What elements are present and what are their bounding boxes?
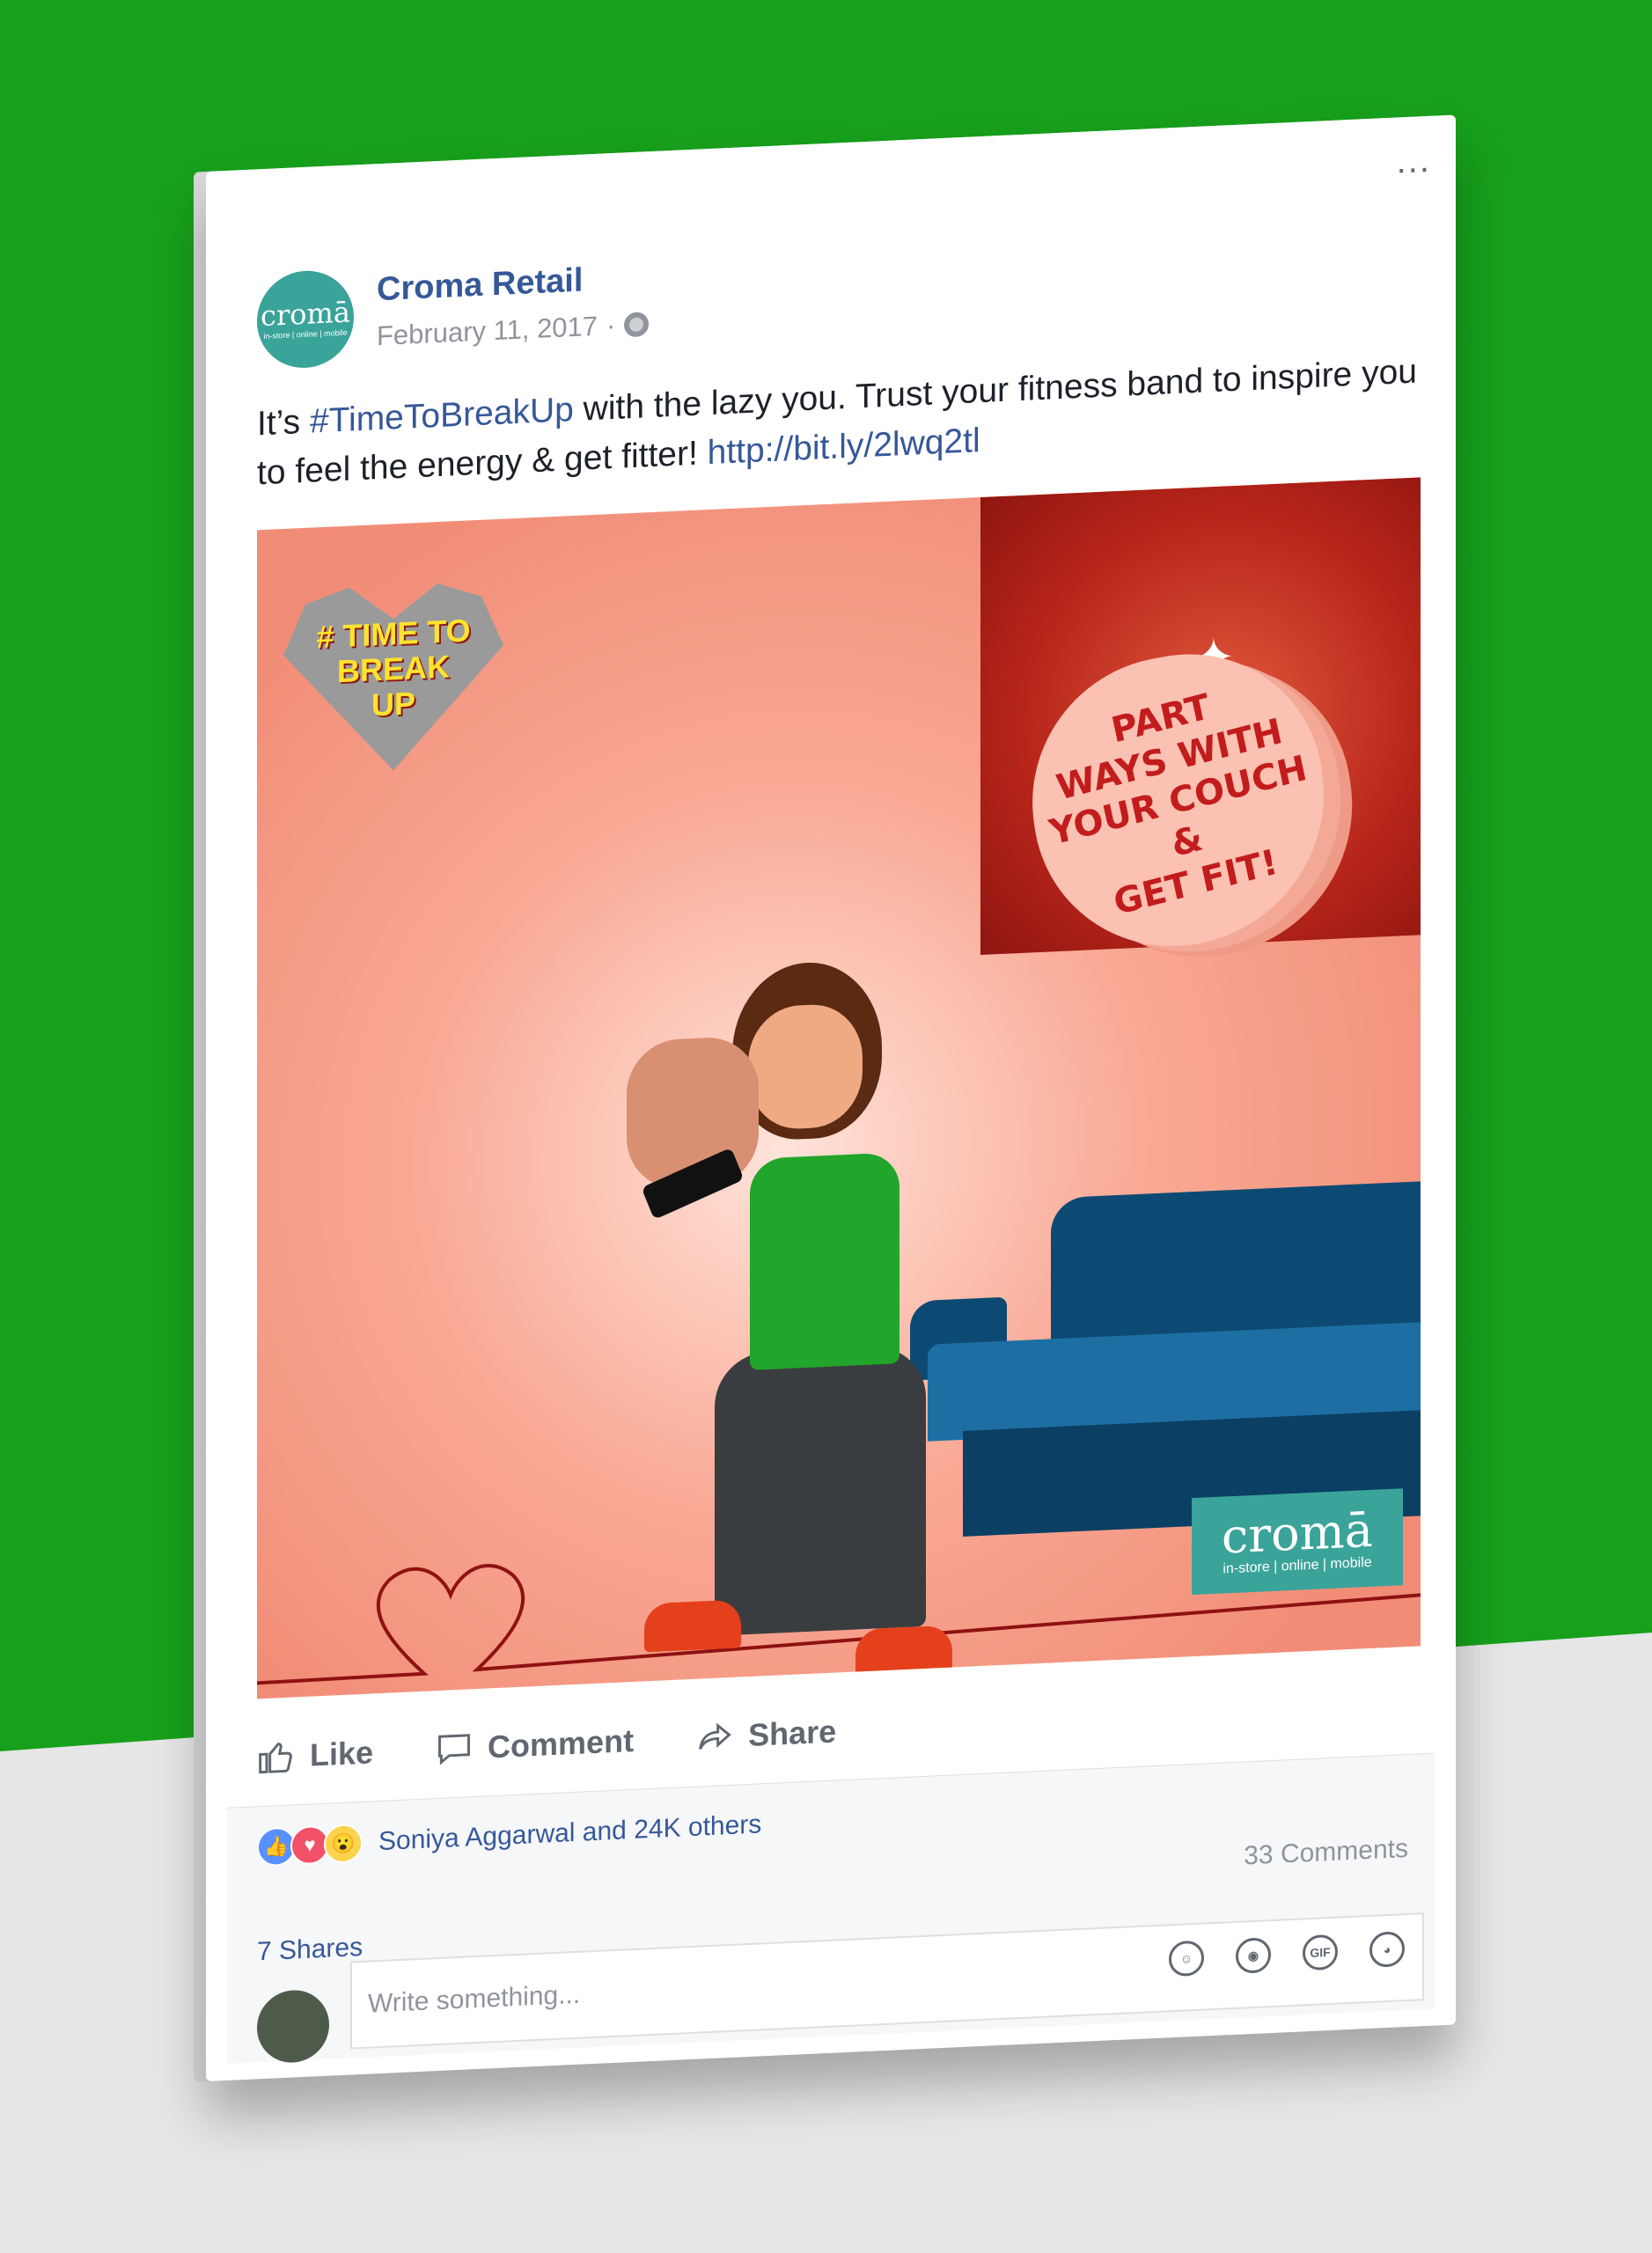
like-button[interactable]: Like [257, 1733, 373, 1777]
comment-box[interactable]: ☺ ◉ GIF ◕ [350, 1912, 1424, 2050]
shoe-left [644, 1599, 741, 1653]
sticker-icon[interactable]: ◕ [1369, 1931, 1405, 1968]
share-icon [699, 1722, 731, 1750]
post-footer: 👍 ♥ 😮 Soniya Aggarwal and 24K others 33 … [227, 1752, 1435, 2065]
wow-reaction-icon: 😮 [324, 1823, 363, 1864]
hashtag-link[interactable]: #TimeToBreakUp [310, 391, 574, 441]
emoji-icon[interactable]: ☺ [1169, 1940, 1204, 1978]
woman-face [748, 1002, 863, 1132]
brand-logo: cromā in-store | online | mobile [1192, 1488, 1403, 1596]
comment-icon [438, 1734, 471, 1765]
woman-legs [715, 1344, 926, 1636]
comments-count[interactable]: 33 Comments [1244, 1834, 1408, 1871]
thumbs-up-icon [259, 1743, 292, 1774]
comment-input[interactable] [366, 1960, 986, 2021]
globe-icon [624, 312, 650, 338]
hashtag-badge: # TIME TO BREAK UP [283, 581, 503, 775]
reactions-text: Soniya Aggarwal and 24K others [378, 1809, 762, 1857]
comment-button[interactable]: Comment [435, 1721, 634, 1769]
heart-sign-text: PART WAYS WITH YOUR COUCH & GET FIT! [1046, 686, 1311, 923]
shoe-right [855, 1625, 952, 1678]
post-url-link[interactable]: http://bit.ly/2lwq2tl [708, 422, 980, 472]
post-date[interactable]: February 11, 2017 [377, 311, 598, 352]
post-text-prefix: It’s [257, 402, 310, 444]
share-button[interactable]: Share [695, 1712, 836, 1757]
camera-icon[interactable]: ◉ [1236, 1937, 1271, 1974]
reactions-summary[interactable]: 👍 ♥ 😮 Soniya Aggarwal and 24K others [257, 1805, 762, 1868]
post-text: It’s #TimeToBreakUp with the lazy you. T… [257, 347, 1419, 498]
like-label: Like [310, 1734, 374, 1773]
comment-tools: ☺ ◉ GIF ◕ [1169, 1931, 1405, 1978]
brand-wordmark: cromā [1222, 1501, 1373, 1565]
post-image[interactable]: ✦ PART WAYS WITH YOUR COUCH & GET FIT! #… [257, 477, 1421, 1699]
badge-text: # TIME TO BREAK UP [316, 612, 471, 723]
page-name-link[interactable]: Croma Retail [377, 262, 583, 310]
share-label: Share [748, 1713, 837, 1754]
user-avatar [257, 1988, 329, 2065]
meta-separator: · [606, 309, 616, 341]
page-avatar[interactable]: cromā in-store | online | mobile [257, 268, 354, 371]
facebook-post-card: ... cromā in-store | online | mobile Cro… [206, 114, 1456, 2082]
comment-label: Comment [488, 1721, 635, 1765]
woman-torso [750, 1152, 899, 1370]
avatar-wordmark: cromā [261, 295, 350, 334]
shares-count[interactable]: 7 Shares [257, 1933, 363, 1967]
more-options-icon[interactable]: ... [1397, 141, 1431, 181]
post-meta: February 11, 2017 · [377, 308, 650, 352]
gif-icon[interactable]: GIF [1303, 1934, 1338, 1971]
